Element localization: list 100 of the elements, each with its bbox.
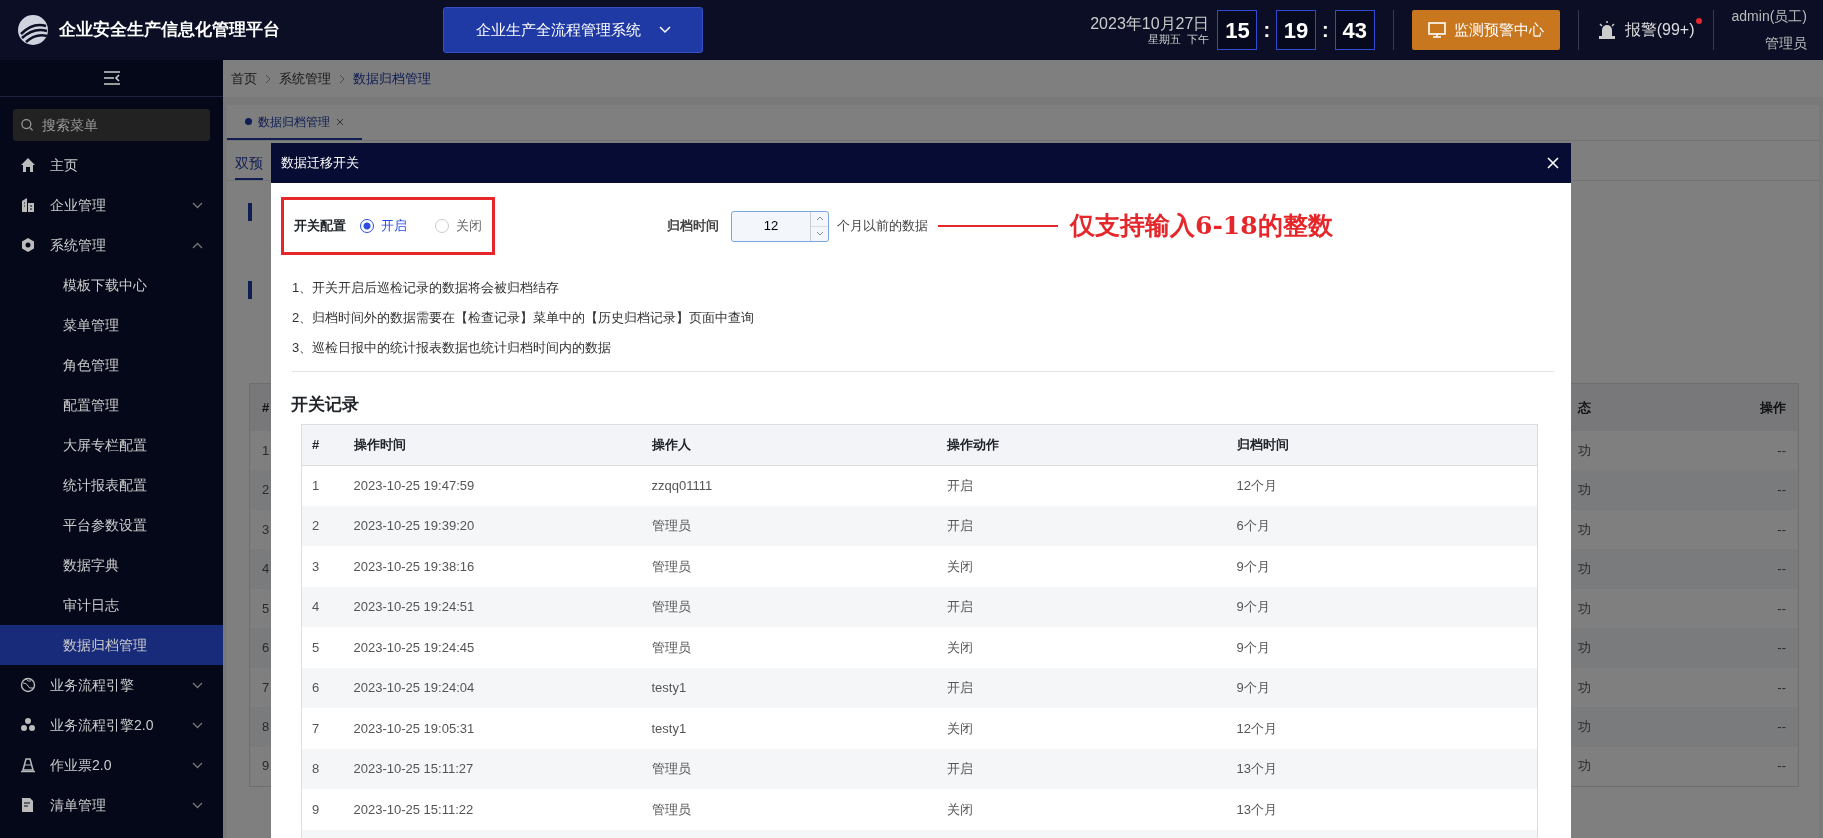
- nut-icon: [20, 237, 36, 253]
- weekday-text: 星期五: [1147, 33, 1181, 47]
- breadcrumb-link[interactable]: 首页: [231, 68, 257, 89]
- system-dropdown[interactable]: 企业生产全流程管理系统: [443, 7, 703, 53]
- dot-icon: [245, 118, 252, 125]
- search-box[interactable]: 搜索菜单: [13, 109, 210, 141]
- globe-icon: [20, 677, 36, 693]
- table-cell: 7: [262, 679, 270, 695]
- sidebar-subitem[interactable]: 大屏专栏配置: [0, 425, 223, 465]
- table-cell: 7: [312, 720, 320, 736]
- table-cell: 9个月: [1236, 680, 1270, 695]
- sidebar-subitem[interactable]: 配置管理: [0, 385, 223, 425]
- table-cell: 管理员: [651, 599, 691, 614]
- table-cell: 开启: [946, 518, 973, 533]
- column-header: 操作人: [651, 436, 691, 452]
- table-cell: 2023-10-25 15:11:22: [353, 801, 474, 817]
- table-cell: 开启: [946, 761, 973, 776]
- table-cell: testy1: [651, 720, 687, 736]
- sidebar-subitem[interactable]: 数据字典: [0, 545, 223, 585]
- close-icon[interactable]: [336, 117, 344, 126]
- table-cell: 5: [312, 639, 320, 655]
- table-cell: 2023-10-25 19:24:51: [353, 599, 475, 614]
- annotation-text: 仅支持输入6-18的整数: [1070, 210, 1333, 243]
- table-cell: 关闭: [946, 558, 973, 574]
- table-cell: 2023-10-25 19:24:45: [353, 639, 475, 655]
- page-tab[interactable]: 数据归档管理: [227, 105, 362, 140]
- table-cell: 1: [312, 477, 320, 493]
- table-cell: 4: [312, 599, 320, 614]
- sidebar-subitem[interactable]: 菜单管理: [0, 305, 223, 345]
- sidebar-subitem[interactable]: 模板下载中心: [0, 265, 223, 305]
- sidebar-subitem[interactable]: 统计报表配置: [0, 465, 223, 505]
- note-text: 3、巡检日报中的统计报表数据也统计归档时间内的数据: [292, 339, 613, 358]
- menu-icon[interactable]: [102, 71, 121, 85]
- table-cell: 功: [1577, 719, 1591, 734]
- close-button[interactable]: [1547, 157, 1559, 169]
- radio-option[interactable]: 关闭: [435, 216, 482, 236]
- alarm-label[interactable]: 报警(99+): [1624, 21, 1695, 38]
- table-cell: 功: [1577, 600, 1591, 616]
- radio-option[interactable]: 开启: [360, 216, 407, 236]
- dialog-title: 数据迁移开关: [281, 154, 359, 173]
- sidebar-item[interactable]: 系统管理: [0, 225, 223, 265]
- table-cell: 2023-10-25 19:24:04: [353, 680, 475, 695]
- clock-digits: 19: [1276, 10, 1317, 50]
- chevron-icon: [192, 201, 203, 209]
- chevron-icon: [265, 73, 271, 84]
- archive-label: 归档时间: [667, 217, 719, 236]
- column-header: 操作动作: [946, 436, 999, 452]
- table-cell: 6个月: [1236, 518, 1270, 533]
- chevron-icon: [192, 721, 203, 729]
- table-cell: zzqq01111: [651, 477, 713, 493]
- chevron-icon: [339, 73, 345, 84]
- table-cell: 9个月: [1236, 558, 1270, 574]
- sidebar-subitem[interactable]: 数据归档管理: [0, 625, 223, 665]
- sidebar-subitem[interactable]: 平台参数设置: [0, 505, 223, 545]
- table-cell: 5: [262, 600, 270, 616]
- table-cell: 功: [1577, 521, 1591, 537]
- switch-label: 开关配置: [294, 217, 346, 236]
- table-cell: --: [1777, 719, 1786, 734]
- sidebar-subitem[interactable]: 审计日志: [0, 585, 223, 625]
- user-name[interactable]: admin(员工): [1731, 3, 1807, 30]
- table-cell: 功: [1577, 442, 1591, 458]
- table-cell: --: [1777, 758, 1786, 774]
- number-field[interactable]: 12: [732, 211, 810, 241]
- table-cell: --: [1777, 679, 1786, 695]
- table-cell: 管理员: [651, 518, 691, 533]
- table-cell: 2023-10-25 15:11:27: [353, 761, 474, 776]
- table-cell: 9: [262, 758, 270, 774]
- number-input[interactable]: 12: [731, 210, 829, 242]
- table-cell: --: [1777, 600, 1786, 616]
- sidebar-item[interactable]: 主页: [0, 145, 223, 185]
- sidebar-item[interactable]: 业务流程引擎: [0, 665, 223, 705]
- chevron-icon: [192, 241, 203, 249]
- clock-separator: :: [1263, 18, 1271, 43]
- sidebar-item[interactable]: 业务流程引擎2.0: [0, 705, 223, 745]
- sidebar-item[interactable]: 作业票2.0: [0, 745, 223, 785]
- table-cell: 2: [262, 482, 270, 497]
- cone-icon: [20, 757, 36, 773]
- table-cell: 6: [312, 680, 320, 695]
- breadcrumb-link[interactable]: 数据归档管理: [353, 68, 431, 89]
- home-icon: [20, 157, 36, 173]
- sub-tab[interactable]: 双预: [235, 149, 263, 180]
- table-cell: 开启: [946, 680, 973, 695]
- sidebar-subitem[interactable]: 角色管理: [0, 345, 223, 385]
- alarm-icon[interactable]: [1596, 20, 1617, 40]
- sidebar-item[interactable]: 清单管理: [0, 785, 223, 825]
- breadcrumb-link[interactable]: 系统管理: [279, 68, 331, 89]
- column-header: #: [262, 399, 270, 415]
- clock-separator: :: [1322, 18, 1329, 43]
- sidebar-item[interactable]: 企业管理: [0, 185, 223, 225]
- table-cell: --: [1777, 521, 1786, 537]
- table-cell: --: [1777, 561, 1786, 576]
- table-cell: 4: [262, 561, 270, 576]
- clock-digits: 15: [1217, 10, 1258, 50]
- search-field[interactable]: 搜索菜单: [39, 113, 202, 137]
- cubes-icon: [20, 717, 36, 733]
- table-cell: 13个月: [1236, 761, 1277, 776]
- table-cell: 管理员: [651, 801, 691, 817]
- date-text: 2023年10月27日: [1090, 13, 1210, 33]
- table-cell: --: [1777, 640, 1786, 655]
- building-icon: [20, 197, 36, 213]
